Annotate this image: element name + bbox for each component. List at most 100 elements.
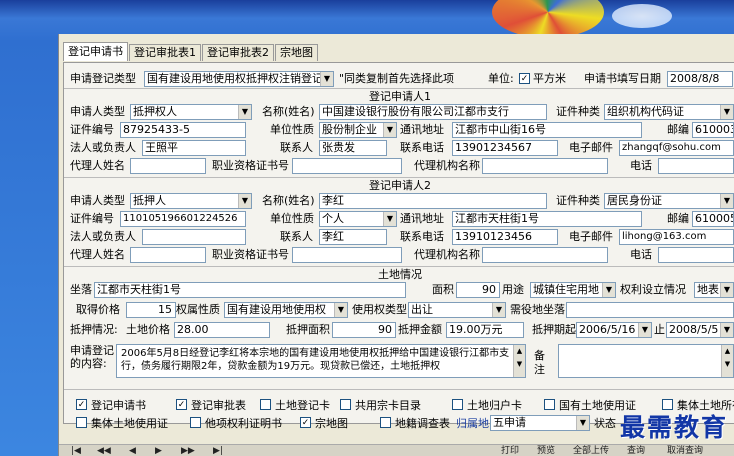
app1-addr-field[interactable]: 江都市中山街16号 xyxy=(452,122,642,138)
doc-row2-checkbox-1[interactable] xyxy=(190,417,201,428)
chevron-down-icon[interactable]: ▼ xyxy=(638,323,651,337)
app1-type-select[interactable]: 抵押权人 ▼ xyxy=(130,104,252,120)
unit-checkbox[interactable]: ✓ xyxy=(519,73,530,84)
chevron-down-icon[interactable]: ▼ xyxy=(334,303,347,317)
chevron-down-icon[interactable]: ▼ xyxy=(492,303,505,317)
app1-cert-field[interactable] xyxy=(292,158,402,174)
app2-name-field[interactable]: 李红 xyxy=(319,193,547,209)
doc-row1-checkbox-2[interactable] xyxy=(260,399,271,410)
land-area-field[interactable]: 90 xyxy=(456,282,500,298)
tab-parcel-map[interactable]: 宗地图 xyxy=(275,44,318,61)
app2-agent-field[interactable] xyxy=(130,247,206,263)
land-use-select[interactable]: 城镇住宅用地 ▼ xyxy=(530,282,616,298)
app2-idno-field[interactable]: 110105196601224526 xyxy=(120,211,246,227)
tab-approval-form-1[interactable]: 登记审批表1 xyxy=(129,44,201,61)
land-price-field[interactable]: 15 xyxy=(126,302,176,318)
land-right-select[interactable]: 地表 ▼ xyxy=(694,282,734,298)
chevron-down-icon[interactable]: ▼ xyxy=(238,105,251,119)
land-lprice-field[interactable]: 28.00 xyxy=(174,322,270,338)
chevron-down-icon[interactable]: ▼ xyxy=(383,212,396,226)
scrollbar[interactable]: ▲ ▼ xyxy=(721,345,733,377)
remark-textarea[interactable]: ▲ ▼ xyxy=(558,344,734,378)
divider xyxy=(64,389,734,390)
chevron-down-icon[interactable]: ▼ xyxy=(720,323,733,337)
app2-idtype-select[interactable]: 居民身份证 ▼ xyxy=(604,193,734,209)
app1-legal-field[interactable]: 王照平 xyxy=(142,140,246,156)
first-record-icon[interactable]: |◀ xyxy=(71,445,81,456)
app2-contact-field[interactable]: 李红 xyxy=(319,229,387,245)
land-period-to-select[interactable]: 2008/5/5 ▼ xyxy=(666,322,734,338)
app2-unit-label: 单位性质 xyxy=(270,212,314,225)
attribution-label: 归属地 xyxy=(456,417,489,430)
app1-name-field[interactable]: 中国建设银行股份有限公司江都市支行 xyxy=(319,104,547,120)
app2-unit-select[interactable]: 个人 ▼ xyxy=(319,211,397,227)
app2-type-select[interactable]: 抵押人 ▼ xyxy=(130,193,252,209)
app2-phone-label: 电话 xyxy=(630,248,652,261)
doc-row1-checkbox-1[interactable]: ✓ xyxy=(176,399,187,410)
land-period-from-select[interactable]: 2006/5/16 ▼ xyxy=(576,322,652,338)
preview-button[interactable]: 预览 xyxy=(537,445,555,456)
upload-all-button[interactable]: 全部上传 xyxy=(573,445,609,456)
app1-zip-field[interactable]: 610003 xyxy=(692,122,734,138)
app2-cert-field[interactable] xyxy=(292,247,402,263)
app1-contact-field[interactable]: 张贵发 xyxy=(319,140,387,156)
land-need-field[interactable] xyxy=(566,302,734,318)
watermark-logo: 最需教育 xyxy=(619,413,728,442)
app2-agency-field[interactable] xyxy=(482,247,608,263)
app2-legal-field[interactable] xyxy=(142,229,246,245)
doc-row1-checkbox-5[interactable] xyxy=(544,399,555,410)
print-button[interactable]: 打印 xyxy=(501,445,519,456)
chevron-down-icon[interactable]: ▼ xyxy=(383,123,396,137)
chevron-down-icon[interactable]: ▼ xyxy=(576,416,589,430)
chevron-down-icon[interactable]: ▼ xyxy=(720,105,733,119)
chevron-down-icon[interactable]: ▼ xyxy=(720,283,733,297)
tab-application-form[interactable]: 登记申请书 xyxy=(63,42,128,61)
app1-tel-field[interactable]: 13901234567 xyxy=(452,140,558,156)
land-mamt-field[interactable]: 19.00万元 xyxy=(446,322,524,338)
app1-email-field[interactable]: zhangqf@sohu.com xyxy=(619,140,734,156)
content-textarea[interactable]: 2006年5月8日经登记李红将本宗地的国有建设用地使用权抵押给中国建设银行江都市… xyxy=(116,344,526,378)
form-panel: 申请登记类型 国有建设用地使用权抵押权注销登记 ▼ "同类复制首先选择此项 单位:… xyxy=(63,62,734,431)
app1-idtype-select[interactable]: 组织机构代码证 ▼ xyxy=(604,104,734,120)
query-button[interactable]: 查询 xyxy=(627,445,645,456)
chevron-down-icon[interactable]: ▼ xyxy=(720,194,733,208)
chevron-down-icon[interactable]: ▼ xyxy=(602,283,615,297)
app1-agent-field[interactable] xyxy=(130,158,206,174)
app2-zip-field[interactable]: 610005 xyxy=(692,211,734,227)
doc-row1-checkbox-4[interactable] xyxy=(452,399,463,410)
app1-idno-field[interactable]: 87925433-5 xyxy=(120,122,246,138)
scrollbar[interactable]: ▲ ▼ xyxy=(513,345,525,377)
next-page-icon[interactable]: ▶▶ xyxy=(181,445,195,456)
app1-agency-field[interactable] xyxy=(482,158,608,174)
app2-addr-field[interactable]: 江都市天柱街1号 xyxy=(452,211,642,227)
doc-row2-label-1: 他项权利证明书 xyxy=(205,417,282,430)
doc-row2-checkbox-3[interactable] xyxy=(380,417,391,428)
section-applicant-2: 登记申请人2 xyxy=(64,177,734,192)
land-lprice-label: 土地价格 xyxy=(126,323,170,336)
app2-phone-field[interactable] xyxy=(658,247,734,263)
chevron-down-icon[interactable]: ▼ xyxy=(238,194,251,208)
last-record-icon[interactable]: ▶| xyxy=(213,445,223,456)
prev-page-icon[interactable]: ◀◀ xyxy=(97,445,111,456)
next-record-icon[interactable]: ▶ xyxy=(155,445,162,456)
prev-record-icon[interactable]: ◀ xyxy=(129,445,136,456)
land-marea-field[interactable]: 90 xyxy=(332,322,396,338)
chevron-down-icon[interactable]: ▼ xyxy=(320,72,333,86)
app1-unit-select[interactable]: 股份制企业 ▼ xyxy=(319,122,397,138)
doc-row2-checkbox-2[interactable]: ✓ xyxy=(300,417,311,428)
doc-row1-checkbox-0[interactable]: ✓ xyxy=(76,399,87,410)
cancel-query-button[interactable]: 取消查询 xyxy=(667,445,703,456)
land-ownership-select[interactable]: 国有建设用地使用权 ▼ xyxy=(224,302,348,318)
app1-addr-label: 通讯地址 xyxy=(400,123,444,136)
tab-approval-form-2[interactable]: 登记审批表2 xyxy=(202,44,274,61)
attribution-select[interactable]: 五申请 ▼ xyxy=(490,415,590,431)
app2-tel-field[interactable]: 13910123456 xyxy=(452,229,558,245)
land-loc-field[interactable]: 江都市天柱街1号 xyxy=(94,282,406,298)
app1-phone-field[interactable] xyxy=(658,158,734,174)
app2-email-field[interactable]: lihong@163.com xyxy=(619,229,734,245)
doc-row1-checkbox-3[interactable] xyxy=(340,399,351,410)
land-usetype-select[interactable]: 出让 ▼ xyxy=(408,302,506,318)
doc-row2-checkbox-0[interactable] xyxy=(76,417,87,428)
date-field[interactable]: 2008/8/8 xyxy=(667,71,733,87)
reg-type-select[interactable]: 国有建设用地使用权抵押权注销登记 ▼ xyxy=(144,71,334,87)
